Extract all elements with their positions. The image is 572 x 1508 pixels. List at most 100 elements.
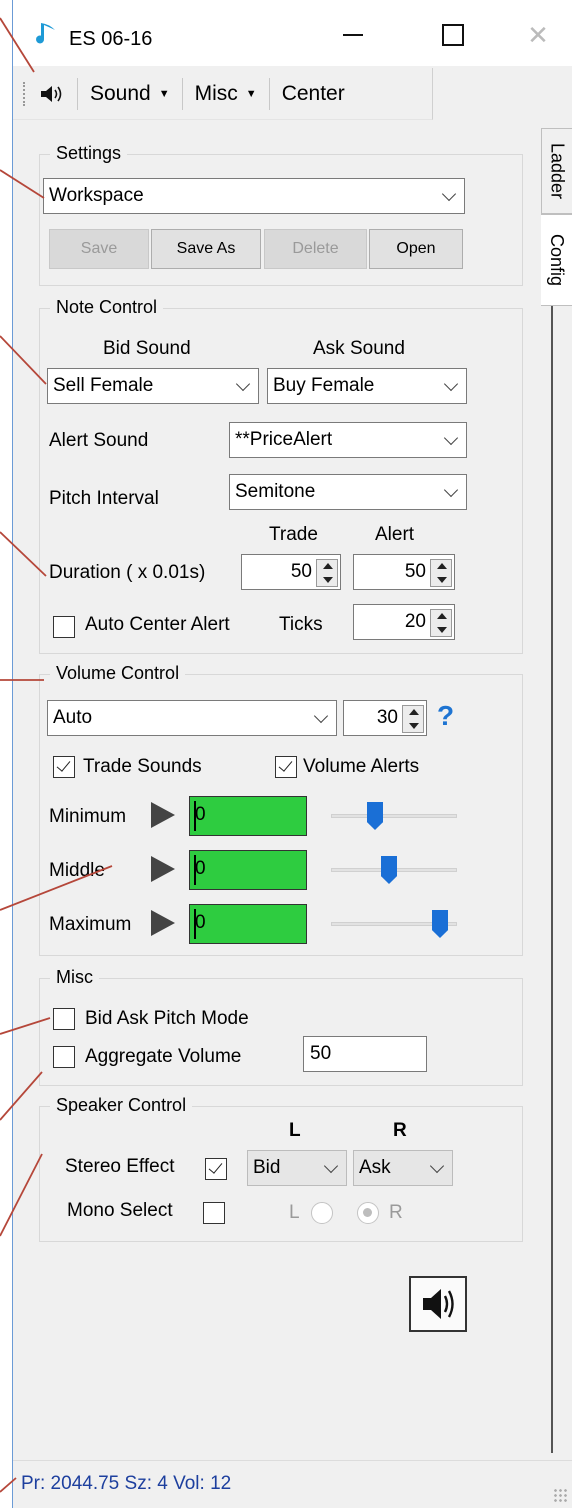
- volume-mode-select[interactable]: Auto: [47, 700, 337, 736]
- speaker-icon: [423, 1289, 454, 1319]
- trade-sounds-checkbox[interactable]: [53, 756, 75, 778]
- close-button[interactable]: ✕: [518, 18, 558, 52]
- middle-volume-slider[interactable]: [331, 848, 457, 892]
- aggregate-volume-checkbox[interactable]: [53, 1046, 75, 1068]
- slider-thumb[interactable]: [432, 910, 448, 938]
- pitch-interval-label: Pitch Interval: [49, 488, 159, 509]
- window-title: ES 06-16: [69, 28, 153, 50]
- maximum-label: Maximum: [49, 914, 132, 935]
- volume-alerts-label: Volume Alerts: [303, 756, 420, 777]
- speaker-button[interactable]: [409, 1276, 467, 1332]
- bid-sound-select[interactable]: Sell Female: [47, 368, 259, 404]
- stereo-effect-label: Stereo Effect: [65, 1156, 175, 1177]
- left-channel-select[interactable]: Bid: [247, 1150, 347, 1186]
- speaker-control-title: Speaker Control: [50, 1095, 193, 1116]
- right-channel-select[interactable]: Ask: [353, 1150, 453, 1186]
- caret-down-icon: ▼: [158, 87, 170, 100]
- chevron-down-icon: [441, 186, 457, 202]
- misc-group-title: Misc: [50, 967, 99, 988]
- tab-config[interactable]: Config: [541, 214, 572, 306]
- misc-menu[interactable]: Misc ▼: [183, 74, 269, 114]
- alert-column-label: Alert: [375, 524, 415, 545]
- spin-arrows-icon[interactable]: [316, 559, 338, 587]
- ticks-label: Ticks: [279, 614, 323, 635]
- right-channel-header: R: [393, 1120, 407, 1141]
- radio-l-label: L: [289, 1202, 300, 1223]
- duration-trade-stepper[interactable]: 50: [241, 554, 341, 590]
- resize-grip[interactable]: [553, 1488, 567, 1502]
- alert-sound-select[interactable]: **PriceAlert: [229, 422, 467, 458]
- minimize-button[interactable]: [333, 18, 373, 52]
- mono-select-label: Mono Select: [67, 1200, 173, 1221]
- title-bar: ES 06-16 ✕: [13, 0, 572, 66]
- minimum-volume-slider[interactable]: [331, 794, 457, 838]
- misc-group: Misc: [39, 967, 523, 1086]
- spin-arrows-icon[interactable]: [430, 609, 452, 637]
- radio-r-label: R: [389, 1202, 403, 1223]
- trade-sounds-label: Trade Sounds: [83, 756, 202, 777]
- duration-alert-stepper[interactable]: 50: [353, 554, 455, 590]
- bid-ask-pitch-label: Bid Ask Pitch Mode: [85, 1008, 249, 1029]
- volume-control-title: Volume Control: [50, 663, 186, 684]
- play-icon[interactable]: [151, 802, 175, 828]
- status-bar: Pr: 2044.75 Sz: 4 Vol: 12: [13, 1460, 572, 1508]
- chevron-down-icon: [443, 376, 459, 392]
- alert-sound-label: Alert Sound: [49, 430, 149, 451]
- radio-left[interactable]: [311, 1202, 333, 1224]
- aggregate-volume-input[interactable]: 50: [303, 1036, 427, 1072]
- middle-volume-meter: 0: [189, 850, 307, 890]
- play-icon[interactable]: [151, 910, 175, 936]
- pitch-interval-select[interactable]: Semitone: [229, 474, 467, 510]
- auto-center-label: Auto Center Alert: [85, 614, 230, 635]
- center-button-label: Center: [281, 81, 345, 105]
- mono-select-checkbox[interactable]: [203, 1202, 225, 1224]
- mute-button[interactable]: [27, 74, 77, 114]
- status-text: Pr: 2044.75 Sz: 4 Vol: 12: [21, 1473, 232, 1494]
- chevron-down-icon: [429, 1158, 445, 1174]
- auto-center-checkbox[interactable]: [53, 616, 75, 638]
- minimum-volume-meter: 0: [189, 796, 307, 836]
- chevron-down-icon: [443, 482, 459, 498]
- sound-menu-label: Sound: [90, 81, 151, 105]
- ticks-stepper[interactable]: 20: [353, 604, 455, 640]
- chevron-down-icon: [323, 1158, 339, 1174]
- ask-sound-select[interactable]: Buy Female: [267, 368, 467, 404]
- maximum-volume-meter: 0: [189, 904, 307, 944]
- chevron-down-icon: [443, 430, 459, 446]
- save-button[interactable]: Save: [49, 229, 149, 269]
- sound-menu[interactable]: Sound ▼: [78, 74, 182, 114]
- spin-arrows-icon[interactable]: [430, 559, 452, 587]
- maximum-volume-slider[interactable]: [331, 902, 457, 946]
- help-icon[interactable]: ?: [437, 700, 454, 732]
- radio-right[interactable]: [357, 1202, 379, 1224]
- bid-ask-pitch-checkbox[interactable]: [53, 1008, 75, 1030]
- music-note-icon: [36, 23, 55, 44]
- delete-button[interactable]: Delete: [264, 229, 367, 269]
- play-icon[interactable]: [151, 856, 175, 882]
- note-control-title: Note Control: [50, 297, 164, 318]
- volume-alerts-checkbox[interactable]: [275, 756, 297, 778]
- stereo-effect-checkbox[interactable]: [205, 1158, 227, 1180]
- bid-sound-label: Bid Sound: [103, 338, 191, 359]
- middle-label: Middle: [49, 860, 105, 881]
- maximize-button[interactable]: [433, 18, 473, 52]
- volume-stepper[interactable]: 30: [343, 700, 427, 736]
- speaker-icon: [41, 85, 62, 102]
- tab-ladder[interactable]: Ladder: [541, 128, 572, 214]
- ask-sound-label: Ask Sound: [313, 338, 405, 359]
- misc-menu-label: Misc: [194, 81, 238, 105]
- open-button[interactable]: Open: [369, 229, 463, 269]
- slider-thumb[interactable]: [381, 856, 397, 884]
- workspace-select[interactable]: Workspace: [43, 178, 465, 214]
- duration-label: Duration ( x 0.01s): [49, 562, 206, 583]
- app-window: ES 06-16 ✕ Sound ▼ Misc ▼ Center Ladder …: [12, 0, 572, 1508]
- slider-thumb[interactable]: [367, 802, 383, 830]
- center-button[interactable]: Center: [270, 74, 357, 114]
- toolbar: Sound ▼ Misc ▼ Center: [13, 68, 433, 120]
- minimum-label: Minimum: [49, 806, 127, 827]
- caret-down-icon: ▼: [245, 87, 257, 100]
- tab-strip: [541, 128, 572, 1458]
- save-as-button[interactable]: Save As: [151, 229, 261, 269]
- spin-arrows-icon[interactable]: [402, 705, 424, 733]
- left-channel-header: L: [289, 1120, 301, 1141]
